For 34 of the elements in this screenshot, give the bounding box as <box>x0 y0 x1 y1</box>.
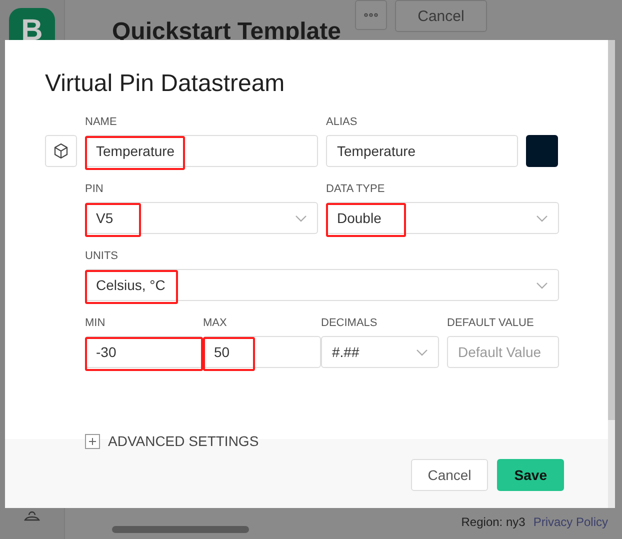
field-label: DATA TYPE <box>326 183 386 195</box>
chevron-down-icon <box>536 214 548 222</box>
input-field[interactable]: Temperature <box>85 135 318 167</box>
chevron-down-icon <box>536 282 548 288</box>
select-field[interactable]: V5 <box>85 202 318 234</box>
select-field[interactable]: Celsius, °C <box>85 269 559 301</box>
cube-icon-button[interactable] <box>45 135 77 167</box>
select-field[interactable]: Double <box>326 202 559 234</box>
color-swatch[interactable] <box>526 135 558 167</box>
more-button[interactable] <box>354 0 387 30</box>
save-button[interactable]: Save <box>497 459 564 491</box>
field-label: UNITS <box>85 250 119 262</box>
dialog-title: Virtual Pin Datastream <box>45 70 286 98</box>
advanced-settings-toggle[interactable]: ADVANCED SETTINGS <box>85 433 564 449</box>
field-label: MIN <box>85 317 106 329</box>
chevron-down-icon <box>295 214 307 222</box>
field-label: ALIAS <box>326 116 358 128</box>
field-label: MAX <box>203 317 228 329</box>
select-field[interactable]: #.## <box>321 336 439 368</box>
cube-icon <box>53 143 69 159</box>
more-icon <box>364 13 378 17</box>
page-title: Quickstart Template <box>112 18 341 46</box>
scrollbar-thumb[interactable] <box>608 40 615 420</box>
field-label: DECIMALS <box>321 317 378 329</box>
field-label: NAME <box>85 116 118 128</box>
chevron-down-icon <box>416 348 428 356</box>
input-field[interactable]: 50 <box>203 336 321 368</box>
cancel-button[interactable]: Cancel <box>410 459 488 491</box>
scrollbar-thumb[interactable] <box>112 526 249 533</box>
field-label: PIN <box>85 183 104 195</box>
input-field[interactable]: -30 <box>85 336 203 368</box>
input-field[interactable]: Temperature <box>326 135 518 167</box>
region-text: Region: ny3 <box>461 515 526 529</box>
field-label: DEFAULT VALUE <box>447 317 535 329</box>
